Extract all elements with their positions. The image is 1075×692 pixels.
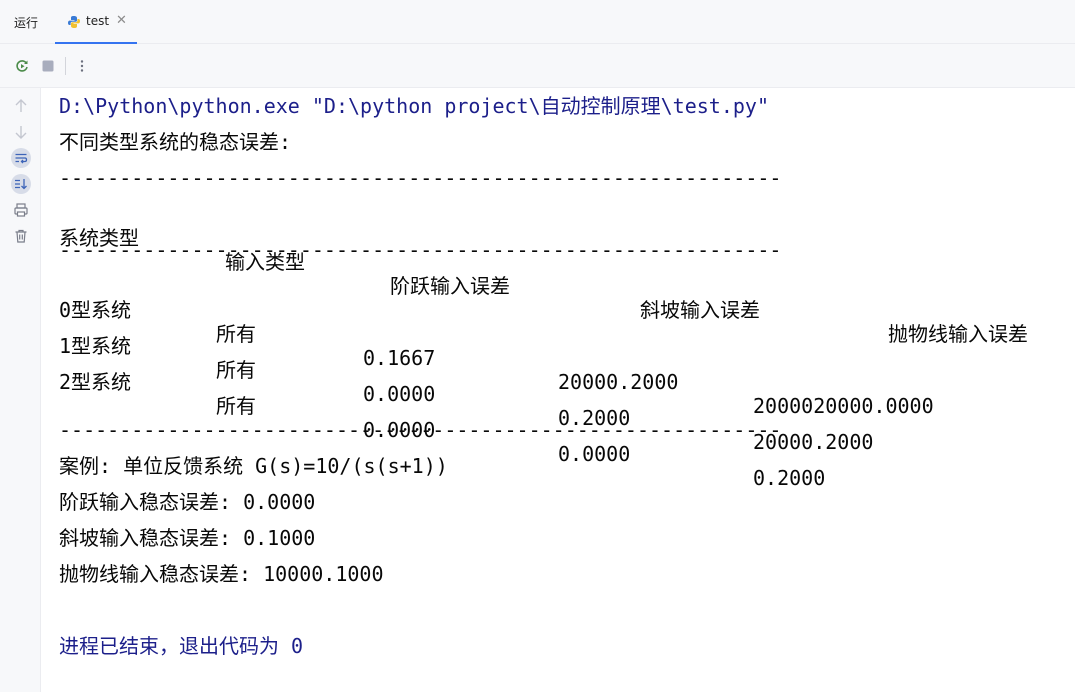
- stop-icon[interactable]: [40, 58, 56, 74]
- separator-line: ----------------------------------------…: [59, 418, 782, 442]
- table-cell: 20000.2000: [558, 370, 679, 394]
- arrow-down-icon[interactable]: [11, 122, 31, 142]
- separator-line: ----------------------------------------…: [59, 238, 782, 262]
- table-cell: 所有: [216, 394, 256, 418]
- close-icon[interactable]: ✕: [116, 13, 127, 29]
- case-title: 案例: 单位反馈系统 G(s)=10/(s(s+1)): [59, 454, 448, 478]
- parabolic-error-line: 抛物线输入稳态误差: 10000.1000: [59, 562, 384, 586]
- scroll-to-end-icon[interactable]: [11, 174, 31, 194]
- tool-window-tabbar: 运行 test ✕: [0, 0, 1075, 44]
- tab-test[interactable]: test ✕: [55, 0, 137, 44]
- trash-icon[interactable]: [11, 226, 31, 246]
- console-gutter: [0, 88, 41, 692]
- tab-run[interactable]: 运行: [14, 14, 38, 31]
- toolbar-separator: [65, 57, 66, 75]
- ramp-error-line: 斜坡输入稳态误差: 0.1000: [59, 526, 316, 550]
- step-error-line: 阶跃输入稳态误差: 0.0000: [59, 490, 316, 514]
- table-row: 1型系统 所有 0.0000 0.2000 20000.2000: [59, 310, 1069, 454]
- arrow-up-icon[interactable]: [11, 96, 31, 116]
- more-options-icon[interactable]: [74, 58, 90, 74]
- tab-test-label: test: [86, 14, 110, 28]
- print-icon[interactable]: [11, 200, 31, 220]
- table-cell: 0.0000: [558, 442, 631, 466]
- rerun-icon[interactable]: [14, 58, 30, 74]
- soft-wrap-icon[interactable]: [11, 148, 31, 168]
- table-cell: 2型系统: [59, 370, 132, 394]
- exit-message: 进程已结束，退出代码为 0: [59, 634, 304, 658]
- python-icon: [68, 16, 80, 28]
- table-cell: 0.0000: [363, 382, 436, 406]
- run-toolbar: [0, 44, 1075, 88]
- table-row: 2型系统 所有 0.0000 0.0000 0.2000: [59, 346, 1069, 490]
- table-header-row: 系统类型 输入类型 阶跃输入误差 斜坡输入误差 抛物线输入误差: [59, 202, 1069, 346]
- separator-line: ----------------------------------------…: [59, 166, 782, 190]
- table-cell: 0.2000: [753, 466, 826, 490]
- console-output[interactable]: D:\Python\python.exe "D:\python project\…: [59, 88, 1069, 688]
- output-heading: 不同类型系统的稳态误差:: [59, 130, 292, 154]
- table-row: 0型系统 所有 0.1667 20000.2000 2000020000.000…: [59, 274, 1069, 418]
- table-cell: 2000020000.0000: [753, 394, 934, 418]
- command-line: D:\Python\python.exe "D:\python project\…: [59, 94, 770, 118]
